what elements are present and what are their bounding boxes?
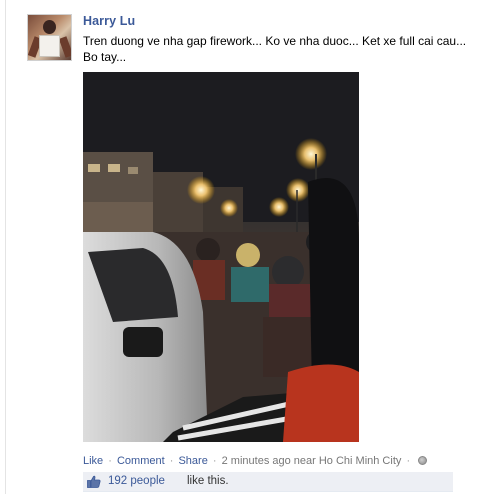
photo-scene xyxy=(83,72,359,442)
separator: · xyxy=(212,455,217,467)
likes-bar: 192 people like this. xyxy=(83,472,453,492)
like-link[interactable]: Like xyxy=(83,455,103,467)
post-message: Tren duong ve nha gap firework... Ko ve … xyxy=(83,34,467,64)
avatar-arm-right xyxy=(58,36,71,58)
separator: · xyxy=(169,455,174,467)
author-name[interactable]: Harry Lu xyxy=(83,14,135,28)
avatar[interactable] xyxy=(27,14,72,61)
comment-link[interactable]: Comment xyxy=(117,455,165,467)
post-actions: Like · Comment · Share · 2 minutes ago n… xyxy=(83,455,428,467)
likes-count-link[interactable]: 192 people xyxy=(108,475,165,487)
separator: · xyxy=(406,455,411,467)
globe-icon[interactable] xyxy=(418,456,428,465)
thumbs-up-icon[interactable] xyxy=(87,475,101,488)
avatar-head xyxy=(43,20,56,34)
avatar-paper xyxy=(39,35,60,57)
likes-suffix: like this. xyxy=(187,475,229,487)
post-timestamp[interactable]: 2 minutes ago near Ho Chi Minh City xyxy=(222,455,402,467)
left-border xyxy=(5,0,6,494)
share-link[interactable]: Share xyxy=(178,455,207,467)
separator: · xyxy=(108,455,112,467)
post-photo[interactable] xyxy=(83,72,359,442)
